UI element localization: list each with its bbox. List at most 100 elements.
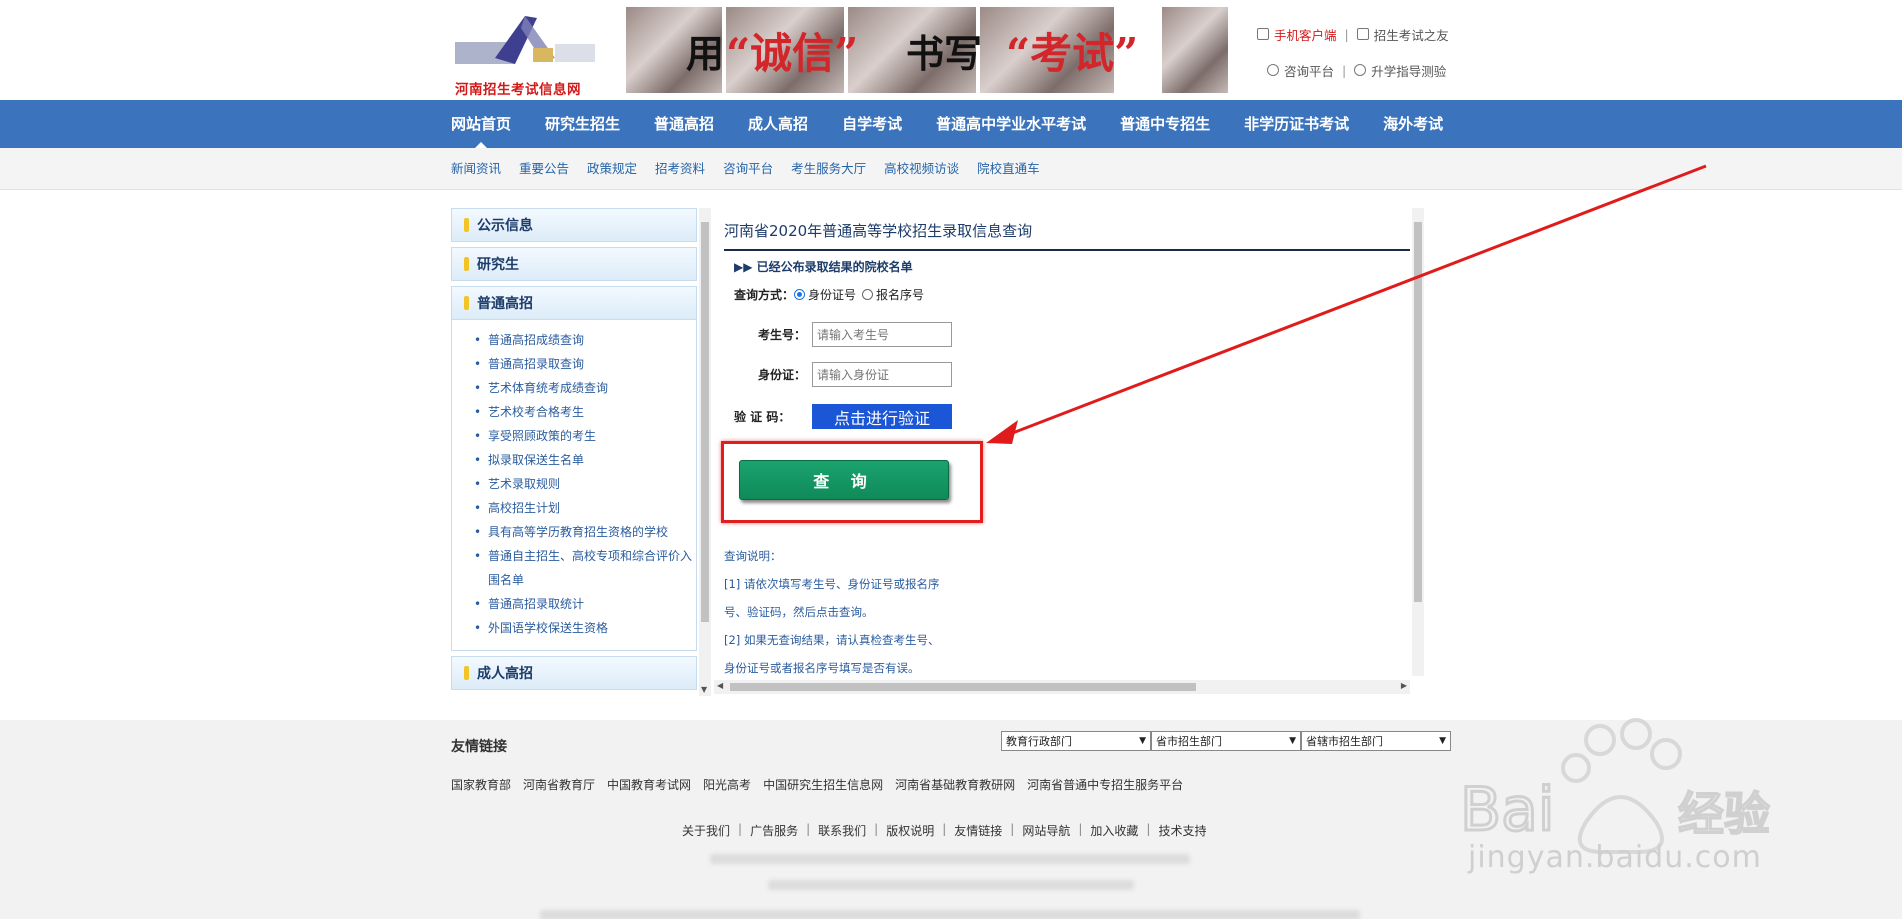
subnav-item-4[interactable]: 咨询平台 xyxy=(723,148,773,190)
nav-item-7[interactable]: 非学历证书考试 xyxy=(1244,100,1349,148)
nav-item-8[interactable]: 海外考试 xyxy=(1383,100,1443,148)
bottom-link-4[interactable]: 友情链接 xyxy=(954,822,1002,839)
nav-item-6[interactable]: 普通中专招生 xyxy=(1120,100,1210,148)
captcha-verify-button[interactable]: 点击进行验证 xyxy=(812,404,952,429)
nav-item-3[interactable]: 成人高招 xyxy=(748,100,808,148)
friend-link-6[interactable]: 河南省普通中专招生服务平台 xyxy=(1027,776,1183,793)
bottom-link-2[interactable]: 联系我们 xyxy=(818,822,866,839)
scrollbar-thumb[interactable] xyxy=(701,222,709,622)
nav-item-1[interactable]: 研究生招生 xyxy=(545,100,620,148)
friend-link-1[interactable]: 河南省教育厅 xyxy=(523,776,595,793)
friend-link-0[interactable]: 国家教育部 xyxy=(451,776,511,793)
sidebar-section-graduate[interactable]: 研究生 xyxy=(451,247,697,281)
copyright-line xyxy=(710,854,1190,864)
friend-link-3[interactable]: 阳光高考 xyxy=(703,776,751,793)
exam-number-row: 考生号： xyxy=(734,322,952,347)
separator: | xyxy=(874,822,879,836)
bottom-link-7[interactable]: 技术支持 xyxy=(1158,822,1206,839)
gaokao-menu-item-1[interactable]: 普通高招录取查询 xyxy=(474,352,696,376)
bottom-link-0[interactable]: 关于我们 xyxy=(682,822,730,839)
banner-word-2: “诚信” xyxy=(726,28,859,78)
subnav-item-2[interactable]: 政策规定 xyxy=(587,148,637,190)
sidebar-section-public[interactable]: 公示信息 xyxy=(451,208,697,242)
highlight-box xyxy=(721,441,983,523)
select-value: 教育行政部门 xyxy=(1006,735,1072,748)
note-line-3: [2] 如果无查询结果，请认真检查考生号、 xyxy=(724,633,940,647)
radio-id-number[interactable] xyxy=(794,289,806,300)
subnav-item-0[interactable]: 新闻资讯 xyxy=(451,148,501,190)
panel-vertical-scrollbar[interactable] xyxy=(1412,208,1424,676)
query-mode-row: 查询方式： 身份证号 报名序号 xyxy=(734,288,925,302)
nav-item-0[interactable]: 网站首页 xyxy=(451,100,511,148)
bottom-link-1[interactable]: 广告服务 xyxy=(750,822,798,839)
subnav-item-7[interactable]: 院校直通车 xyxy=(977,148,1040,190)
id-input[interactable] xyxy=(812,362,952,387)
id-row: 身份证： xyxy=(734,362,952,387)
consult-platform-link[interactable]: 咨询平台 xyxy=(1284,61,1334,80)
department-select-1[interactable]: 省市招生部门 ▼ xyxy=(1151,731,1301,751)
subnav-item-5[interactable]: 考生服务大厅 xyxy=(791,148,866,190)
gaokao-menu-item-7[interactable]: 高校招生计划 xyxy=(474,496,696,520)
bottom-link-5[interactable]: 网站导航 xyxy=(1022,822,1070,839)
record-line xyxy=(768,880,1134,890)
note-line-1: [1] 请依次填写考生号、身份证号或报名序 xyxy=(724,577,940,591)
scrollbar-thumb[interactable] xyxy=(730,683,1196,691)
gaokao-menu-item-11[interactable]: 外国语学校保送生资格 xyxy=(474,616,696,640)
department-select-2[interactable]: 省辖市招生部门 ▼ xyxy=(1301,731,1451,751)
subnav-item-1[interactable]: 重要公告 xyxy=(519,148,569,190)
exam-friend-link[interactable]: 招生考试之友 xyxy=(1374,25,1449,44)
chevron-down-icon: ▼ xyxy=(1289,736,1296,746)
select-value: 省辖市招生部门 xyxy=(1306,735,1383,748)
exam-number-input[interactable] xyxy=(812,322,952,347)
nav-item-4[interactable]: 自学考试 xyxy=(842,100,902,148)
department-select-0[interactable]: 教育行政部门 ▼ xyxy=(1001,731,1151,751)
sidebar: 公示信息 研究生 普通高招 普通高招成绩查询普通高招录取查询艺术体育统考成绩查询… xyxy=(451,208,697,696)
subnav-item-6[interactable]: 高校视频访谈 xyxy=(884,148,959,190)
nav-item-5[interactable]: 普通高中学业水平考试 xyxy=(936,100,1086,148)
published-schools-link[interactable]: ▶▶ 已经公布录取结果的院校名单 xyxy=(734,258,913,275)
guide-test-link[interactable]: 升学指导测验 xyxy=(1371,61,1446,80)
section-marker-icon xyxy=(464,218,469,232)
friend-link-4[interactable]: 中国研究生招生信息网 xyxy=(763,776,883,793)
friend-link-2[interactable]: 中国教育考试网 xyxy=(607,776,691,793)
note-line-4: 身份证号或者报名序号填写是否有误。 xyxy=(724,661,920,675)
watermark-brand: Bai xyxy=(1460,775,1555,845)
gaokao-menu-item-6[interactable]: 艺术录取规则 xyxy=(474,472,696,496)
sidebar-section-adult[interactable]: 成人高招 xyxy=(451,656,697,690)
scrollbar-thumb[interactable] xyxy=(1414,222,1422,602)
scroll-down-arrow-icon[interactable]: ▼ xyxy=(701,685,707,694)
subnav-item-3[interactable]: 招考资料 xyxy=(655,148,705,190)
scroll-left-arrow-icon[interactable]: ◀ xyxy=(717,681,723,690)
logo-text: 河南招生考试信息网 xyxy=(455,82,581,98)
exam-number-label: 考生号： xyxy=(757,328,806,342)
gaokao-menu-item-8[interactable]: 具有高等学历教育招生资格的学校 xyxy=(474,520,696,544)
watermark-brand-suffix: 经验 xyxy=(1678,787,1770,841)
banner-word-4: “考试” xyxy=(1006,28,1139,78)
gaokao-menu-item-9[interactable]: 普通自主招生、高校专项和综合评价入围名单 xyxy=(474,544,696,592)
sidebar-scrollbar[interactable]: ▼ xyxy=(699,208,711,696)
bottom-link-6[interactable]: 加入收藏 xyxy=(1090,822,1138,839)
main-nav: 网站首页 研究生招生 普通高招 成人高招 自学考试 普通高中学业水平考试 普通中专招生 非学历… xyxy=(0,100,1902,148)
site-logo[interactable]: 河南招生考试信息网 xyxy=(451,6,601,98)
gaokao-menu-item-0[interactable]: 普通高招成绩查询 xyxy=(474,328,696,352)
gaokao-menu-item-3[interactable]: 艺术校考合格考生 xyxy=(474,400,696,424)
gaokao-menu-item-2[interactable]: 艺术体育统考成绩查询 xyxy=(474,376,696,400)
sub-nav: 新闻资讯 重要公告 政策规定 招考资料 咨询平台 考生服务大厅 高校视频访谈 院校直通车 xyxy=(0,148,1902,190)
chevron-down-icon: ▼ xyxy=(1439,736,1446,746)
nav-item-2[interactable]: 普通高招 xyxy=(654,100,714,148)
gaokao-menu-item-5[interactable]: 拟录取保送生名单 xyxy=(474,448,696,472)
section-marker-icon xyxy=(464,666,469,680)
query-notes: 查询说明： [1] 请依次填写考生号、身份证号或报名序 号、验证码，然后点击查询。 [… xyxy=(724,542,954,682)
bottom-link-3[interactable]: 版权说明 xyxy=(886,822,934,839)
integrity-banner: 用 “诚信” 书写 “考试” xyxy=(626,7,1228,93)
gaokao-menu-item-4[interactable]: 享受照顾政策的考生 xyxy=(474,424,696,448)
phone-icon xyxy=(1257,28,1269,40)
friend-link-5[interactable]: 河南省基础教育教研网 xyxy=(895,776,1015,793)
sidebar-section-gaokao[interactable]: 普通高招 xyxy=(451,286,697,320)
select-value: 省市招生部门 xyxy=(1156,735,1222,748)
radio-registration-number[interactable] xyxy=(862,289,874,300)
mobile-client-link[interactable]: 手机客户端 xyxy=(1274,25,1337,44)
panel-horizontal-scrollbar[interactable]: ◀ ▶ xyxy=(714,680,1410,694)
scroll-right-arrow-icon[interactable]: ▶ xyxy=(1401,681,1407,690)
gaokao-menu-item-10[interactable]: 普通高招录取统计 xyxy=(474,592,696,616)
